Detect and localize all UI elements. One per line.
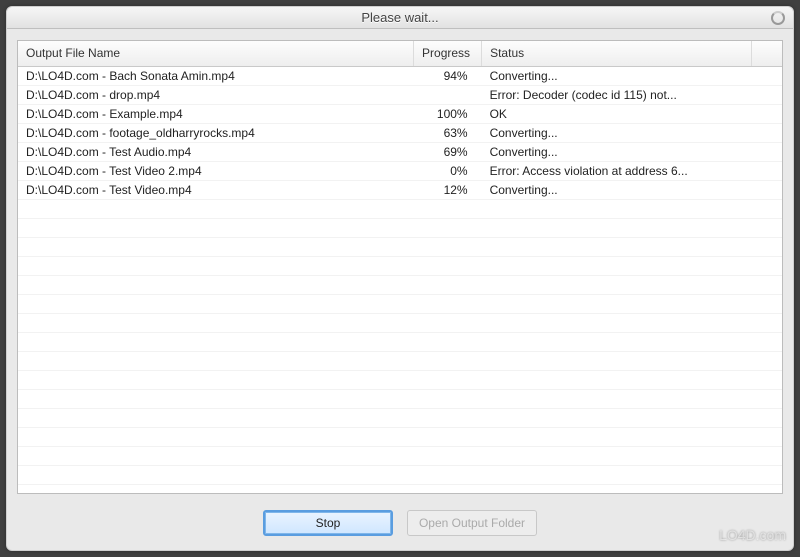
table-header-row: Output File Name Progress Status [18, 41, 782, 67]
cell-status: Error: Decoder (codec id 115) not... [482, 86, 752, 105]
cell-filename: D:\LO4D.com - Example.mp4 [18, 105, 414, 124]
cell-filename: D:\LO4D.com - Test Video.mp4 [18, 181, 414, 200]
table-row-empty [18, 276, 782, 295]
titlebar: Please wait... [7, 7, 793, 29]
col-header-filename[interactable]: Output File Name [18, 41, 414, 67]
table-row-empty [18, 371, 782, 390]
cell-status: Error: Access violation at address 6... [482, 162, 752, 181]
conversion-table: Output File Name Progress Status D:\LO4D… [18, 41, 782, 485]
cell-progress: 12% [414, 181, 482, 200]
table-row-empty [18, 200, 782, 219]
table-row-empty [18, 466, 782, 485]
window-title: Please wait... [7, 10, 793, 25]
table-row-empty [18, 390, 782, 409]
table-row[interactable]: D:\LO4D.com - Test Video 2.mp40%Error: A… [18, 162, 782, 181]
cell-progress [414, 86, 482, 105]
table-row[interactable]: D:\LO4D.com - Example.mp4100%OK [18, 105, 782, 124]
table-row[interactable]: D:\LO4D.com - Test Video.mp412%Convertin… [18, 181, 782, 200]
cell-pad [752, 162, 782, 181]
table-row[interactable]: D:\LO4D.com - footage_oldharryrocks.mp46… [18, 124, 782, 143]
cell-progress: 69% [414, 143, 482, 162]
cell-pad [752, 105, 782, 124]
cell-progress: 63% [414, 124, 482, 143]
cell-progress: 94% [414, 67, 482, 86]
cell-filename: D:\LO4D.com - Test Video 2.mp4 [18, 162, 414, 181]
cell-filename: D:\LO4D.com - drop.mp4 [18, 86, 414, 105]
table-row-empty [18, 238, 782, 257]
cell-status: OK [482, 105, 752, 124]
table-row[interactable]: D:\LO4D.com - Test Audio.mp469%Convertin… [18, 143, 782, 162]
table-row[interactable]: D:\LO4D.com - drop.mp4 Error: Decoder (co… [18, 86, 782, 105]
dialog-window: Please wait... Output File Name Progress… [6, 6, 794, 551]
table-row-empty [18, 352, 782, 371]
table-row-empty [18, 257, 782, 276]
table-row-empty [18, 428, 782, 447]
cell-status: Converting... [482, 181, 752, 200]
cell-status: Converting... [482, 143, 752, 162]
cell-pad [752, 124, 782, 143]
table-row-empty [18, 447, 782, 466]
table-row-empty [18, 409, 782, 428]
spinner-icon [771, 11, 785, 25]
cell-pad [752, 181, 782, 200]
table-container: Output File Name Progress Status D:\LO4D… [17, 40, 783, 494]
cell-pad [752, 86, 782, 105]
col-header-pad [752, 41, 782, 67]
col-header-status[interactable]: Status [482, 41, 752, 67]
open-output-folder-button: Open Output Folder [407, 510, 537, 536]
table-row-empty [18, 219, 782, 238]
table-row-empty [18, 314, 782, 333]
cell-progress: 0% [414, 162, 482, 181]
button-bar: Stop Open Output Folder [7, 510, 793, 536]
table-body: D:\LO4D.com - Bach Sonata Amin.mp494%Con… [18, 67, 782, 485]
cell-filename: D:\LO4D.com - Bach Sonata Amin.mp4 [18, 67, 414, 86]
cell-pad [752, 143, 782, 162]
cell-pad [752, 67, 782, 86]
cell-status: Converting... [482, 124, 752, 143]
cell-progress: 100% [414, 105, 482, 124]
col-header-progress[interactable]: Progress [414, 41, 482, 67]
table-row-empty [18, 333, 782, 352]
table-row-empty [18, 295, 782, 314]
stop-button[interactable]: Stop [263, 510, 393, 536]
cell-filename: D:\LO4D.com - footage_oldharryrocks.mp4 [18, 124, 414, 143]
cell-status: Converting... [482, 67, 752, 86]
table-row[interactable]: D:\LO4D.com - Bach Sonata Amin.mp494%Con… [18, 67, 782, 86]
cell-filename: D:\LO4D.com - Test Audio.mp4 [18, 143, 414, 162]
